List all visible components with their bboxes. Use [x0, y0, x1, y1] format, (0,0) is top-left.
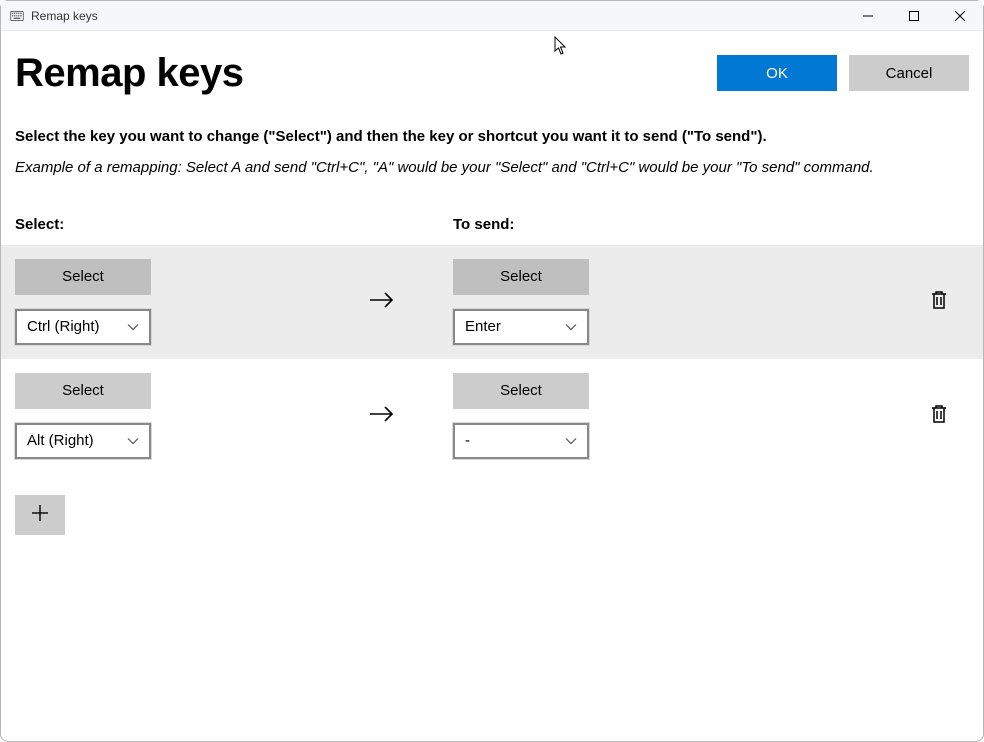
target-select-button[interactable]: Select [453, 373, 589, 409]
delete-cell [909, 283, 969, 320]
ok-button[interactable]: OK [717, 55, 837, 91]
action-buttons: OK Cancel [717, 55, 969, 91]
description-example: Example of a remapping: Select A and sen… [15, 157, 969, 180]
chevron-down-icon [127, 437, 139, 445]
column-headers: Select: To send: [1, 180, 983, 245]
header: Remap keys OK Cancel [1, 31, 983, 106]
arrow-cell [285, 286, 453, 318]
source-key-dropdown[interactable]: Ctrl (Right) [15, 309, 151, 345]
delete-row-button[interactable] [923, 283, 955, 320]
keyboard-icon [9, 8, 25, 24]
description-bold: Select the key you want to change ("Sele… [15, 128, 969, 145]
chevron-down-icon [565, 437, 577, 445]
target-key-value: Enter [465, 318, 501, 335]
titlebar: Remap keys [1, 1, 983, 31]
page-title: Remap keys [15, 51, 243, 96]
chevron-down-icon [565, 323, 577, 331]
source-cell: Select Ctrl (Right) [15, 259, 285, 345]
target-cell: Select - [453, 373, 909, 459]
arrow-right-icon [368, 400, 396, 432]
arrow-right-icon [368, 286, 396, 318]
source-key-value: Alt (Right) [27, 432, 94, 449]
trash-icon [929, 413, 949, 428]
header-select: Select: [15, 216, 453, 233]
target-select-button[interactable]: Select [453, 259, 589, 295]
window-title: Remap keys [31, 9, 845, 23]
target-key-dropdown[interactable]: - [453, 423, 589, 459]
arrow-cell [285, 400, 453, 432]
close-button[interactable] [937, 1, 983, 31]
add-remap-button[interactable] [15, 495, 65, 535]
target-key-dropdown[interactable]: Enter [453, 309, 589, 345]
source-select-button[interactable]: Select [15, 373, 151, 409]
remap-row: Select Ctrl (Right) Select Enter [1, 245, 983, 359]
source-key-value: Ctrl (Right) [27, 318, 100, 335]
delete-row-button[interactable] [923, 397, 955, 434]
source-cell: Select Alt (Right) [15, 373, 285, 459]
add-row [1, 473, 983, 557]
source-key-dropdown[interactable]: Alt (Right) [15, 423, 151, 459]
remap-row: Select Alt (Right) Select - [1, 359, 983, 473]
cancel-button[interactable]: Cancel [849, 55, 969, 91]
header-to-send: To send: [453, 216, 514, 233]
target-cell: Select Enter [453, 259, 909, 345]
plus-icon [30, 503, 50, 526]
window-controls [845, 1, 983, 30]
minimize-button[interactable] [845, 1, 891, 31]
source-select-button[interactable]: Select [15, 259, 151, 295]
chevron-down-icon [127, 323, 139, 331]
description: Select the key you want to change ("Sele… [1, 106, 983, 180]
trash-icon [929, 299, 949, 314]
delete-cell [909, 397, 969, 434]
maximize-button[interactable] [891, 1, 937, 31]
target-key-value: - [465, 432, 470, 449]
